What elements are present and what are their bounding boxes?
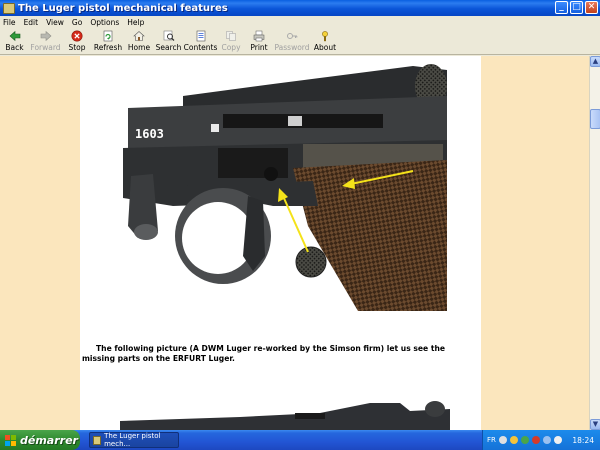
start-button[interactable]: démarrer	[0, 430, 80, 450]
about-icon	[319, 30, 331, 42]
scrollbar-thumb[interactable]	[590, 109, 600, 129]
menu-file[interactable]: File	[3, 18, 16, 27]
windows-logo-icon	[5, 434, 16, 446]
taskbar-window-button[interactable]: The Luger pistol mech...	[89, 432, 179, 448]
menu-help[interactable]: Help	[127, 18, 144, 27]
menu-bar: File Edit View Go Options Help	[0, 16, 600, 29]
tray-security-icon[interactable]	[531, 436, 540, 444]
tray-network-icon[interactable]	[520, 436, 529, 444]
key-icon	[286, 30, 298, 42]
app-icon	[3, 2, 15, 14]
forward-button[interactable]: Forward	[29, 29, 62, 54]
menu-view[interactable]: View	[46, 18, 64, 27]
tray-smiley-icon[interactable]	[509, 436, 518, 444]
home-button[interactable]: Home	[124, 29, 154, 54]
refresh-icon	[102, 30, 114, 42]
menu-options[interactable]: Options	[90, 18, 119, 27]
copy-button[interactable]: Copy	[218, 29, 244, 54]
title-bar: The Luger pistol mechanical features _ □…	[0, 0, 600, 16]
refresh-button[interactable]: Refresh	[92, 29, 124, 54]
back-label: Back	[5, 43, 24, 52]
minimize-button[interactable]: _	[555, 1, 568, 14]
scroll-down-arrow-icon[interactable]: ▼	[590, 419, 600, 430]
app-icon	[93, 435, 102, 445]
copy-icon	[225, 30, 237, 42]
content-viewport[interactable]: 1603 The following picture (A DWM Luger …	[0, 56, 589, 430]
forward-label: Forward	[30, 43, 61, 52]
tray-clock[interactable]: 18:24	[572, 436, 594, 445]
home-icon	[133, 30, 145, 42]
tray-volume-icon[interactable]	[542, 436, 551, 444]
stop-label: Stop	[68, 43, 86, 52]
tray-info-icon[interactable]	[498, 436, 507, 444]
printer-icon	[253, 30, 265, 42]
window-title: The Luger pistol mechanical features	[18, 2, 228, 14]
copy-label: Copy	[221, 43, 241, 52]
language-indicator[interactable]: FR	[487, 436, 496, 444]
print-button[interactable]: Print	[244, 29, 274, 54]
luger-receiver-photo: 1603	[113, 56, 447, 311]
home-label: Home	[127, 43, 151, 52]
menu-go[interactable]: Go	[72, 18, 82, 27]
search-label: Search	[155, 43, 182, 52]
start-label: démarrer	[20, 433, 78, 447]
password-label: Password	[274, 43, 310, 52]
maximize-button[interactable]: □	[570, 1, 583, 14]
menu-edit[interactable]: Edit	[24, 18, 39, 27]
window-controls: _ □ ✕	[555, 1, 598, 14]
scroll-up-arrow-icon[interactable]: ▲	[590, 56, 600, 67]
photo-serial-text: 1603	[135, 127, 164, 141]
toolbar: Back Forward Stop Refresh Home Search Co…	[0, 29, 600, 55]
stop-icon	[71, 30, 83, 42]
back-arrow-icon	[9, 30, 21, 42]
contents-label: Contents	[183, 43, 218, 52]
search-icon	[163, 30, 175, 42]
refresh-label: Refresh	[93, 43, 123, 52]
taskbar-window-label: The Luger pistol mech...	[104, 432, 161, 448]
tray-display-icon[interactable]	[553, 436, 562, 444]
about-label: About	[313, 43, 337, 52]
photo-caption: The following picture (A DWM Luger re-wo…	[82, 344, 446, 363]
close-button[interactable]: ✕	[585, 1, 598, 14]
stop-button[interactable]: Stop	[62, 29, 92, 54]
print-label: Print	[250, 43, 268, 52]
vertical-scrollbar[interactable]: ▲ ▼	[589, 56, 600, 430]
password-button[interactable]: Password	[274, 29, 310, 54]
forward-arrow-icon	[40, 30, 52, 42]
about-button[interactable]: About	[310, 29, 340, 54]
second-luger-photo	[120, 399, 450, 430]
back-button[interactable]: Back	[0, 29, 29, 54]
document-page: 1603 The following picture (A DWM Luger …	[80, 56, 481, 430]
contents-icon	[195, 30, 207, 42]
system-tray: FR 18:24	[482, 430, 600, 450]
contents-button[interactable]: Contents	[183, 29, 218, 54]
search-button[interactable]: Search	[154, 29, 183, 54]
taskbar: démarrer The Luger pistol mech... FR 18:…	[0, 430, 600, 450]
